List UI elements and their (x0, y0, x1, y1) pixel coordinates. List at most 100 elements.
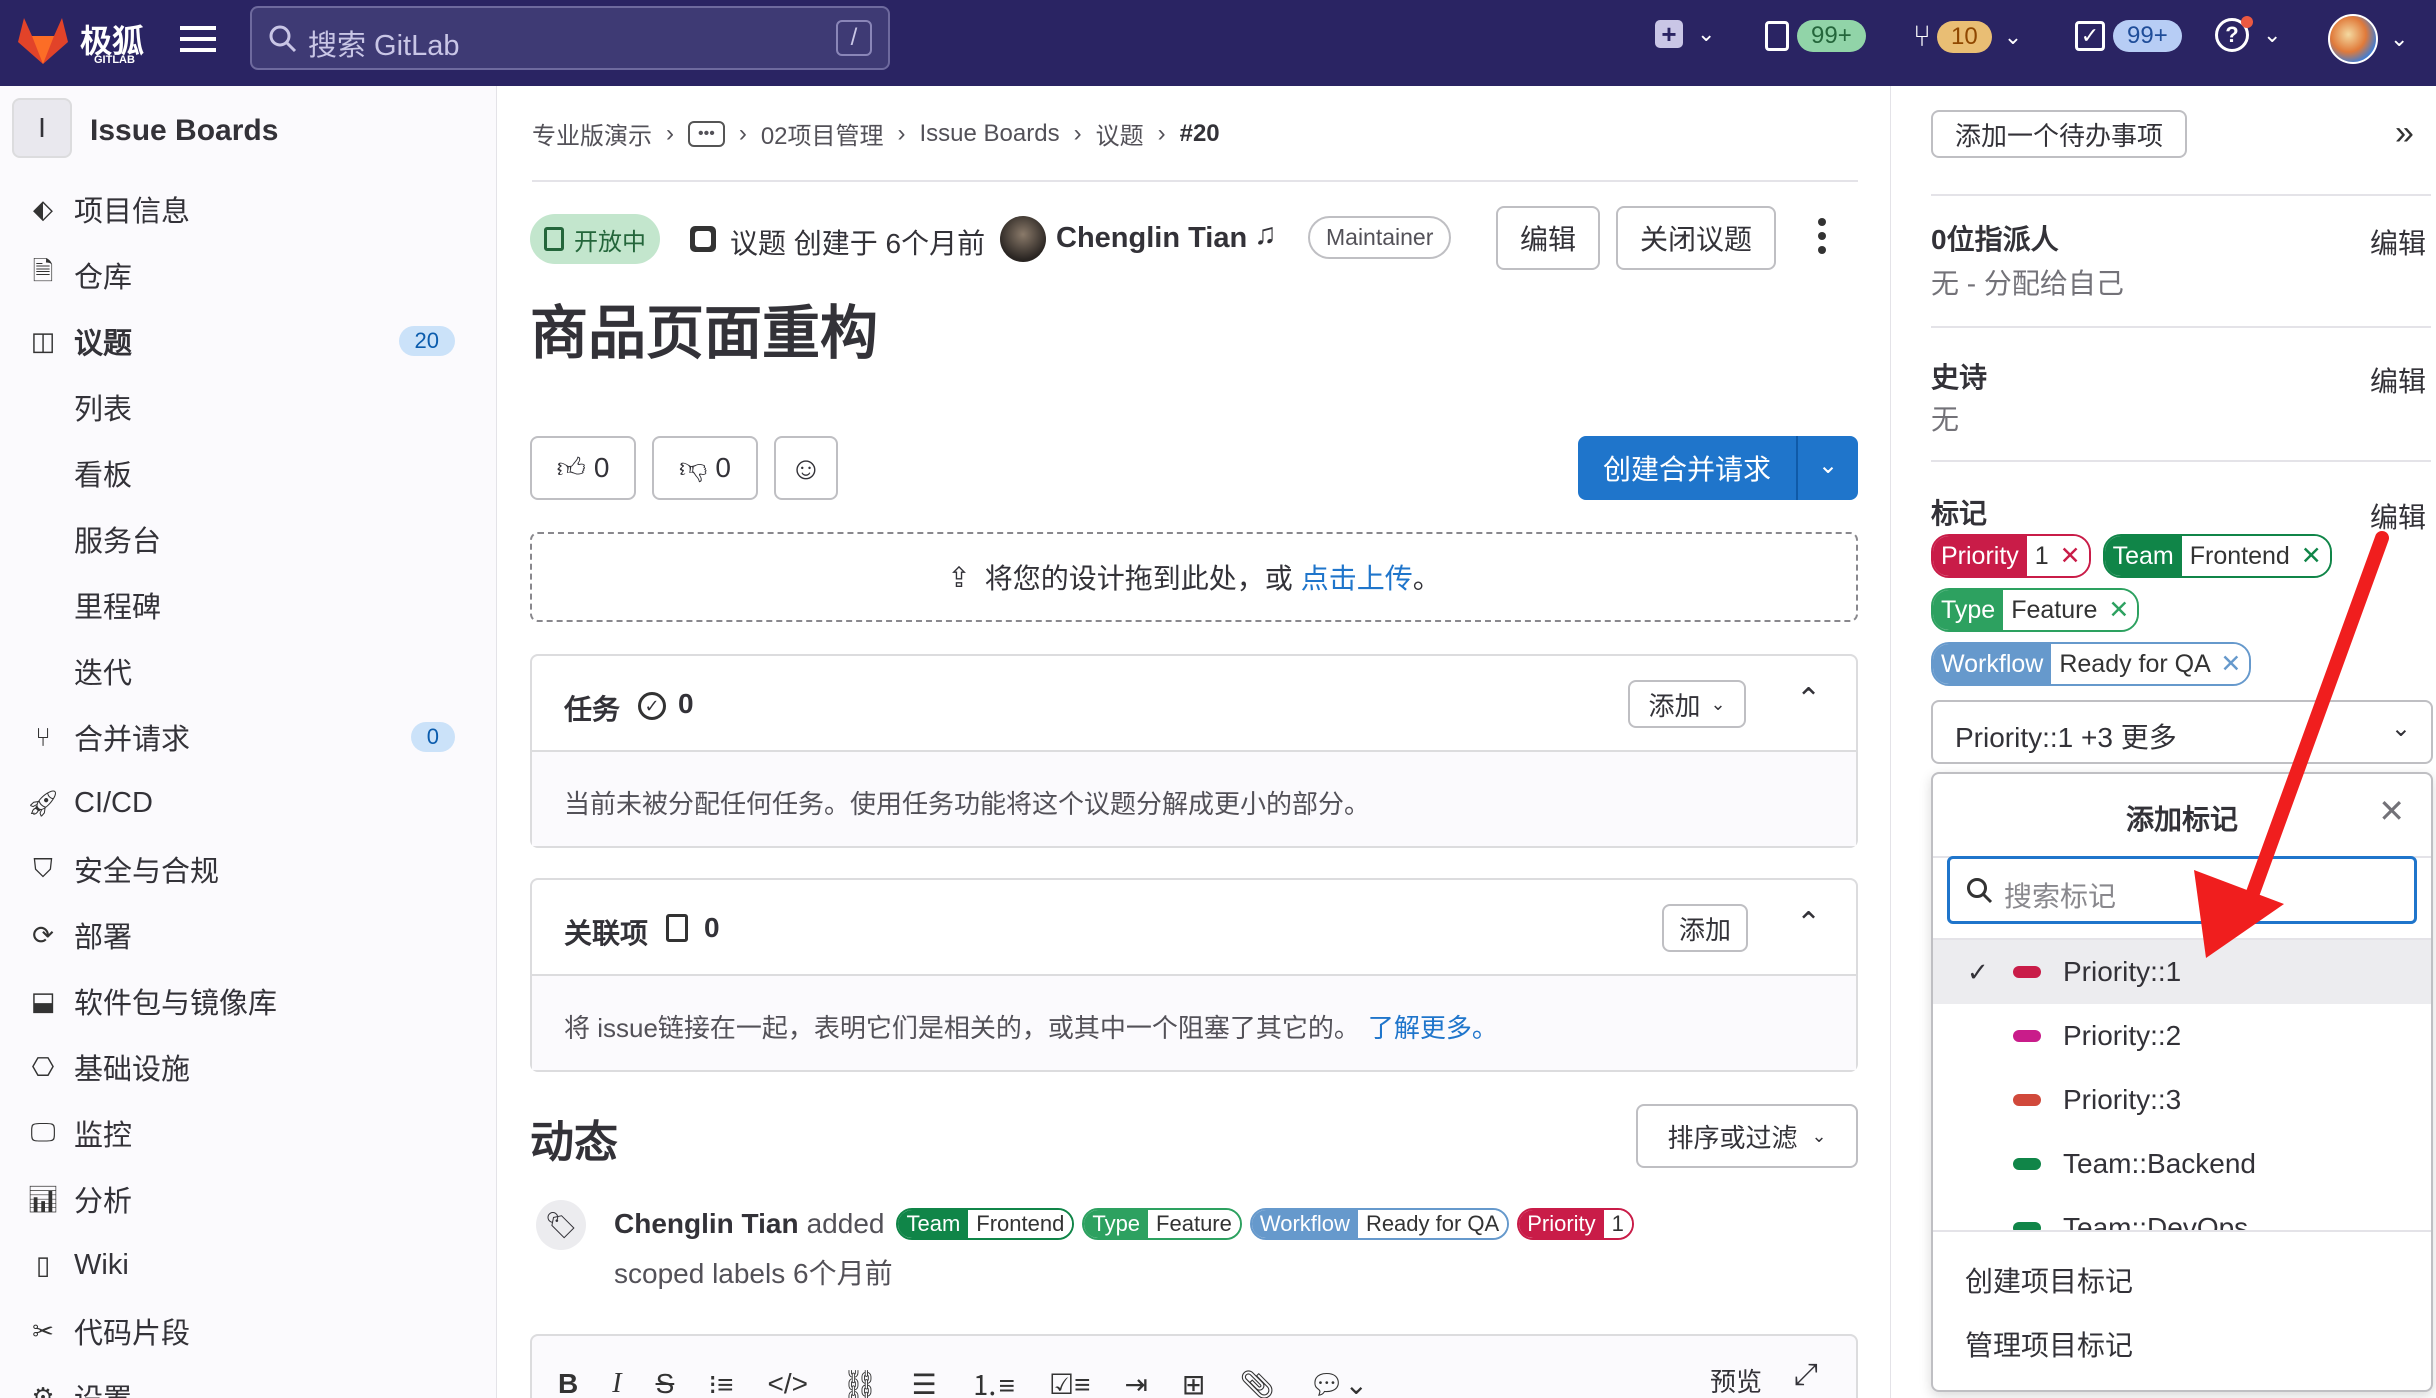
label-search-input[interactable]: 搜索标记 (1947, 856, 2417, 924)
author-name[interactable]: Chenglin Tian (1056, 222, 1247, 255)
sidebar-item-wiki[interactable]: ▯ Wiki (0, 1232, 497, 1298)
sidebar-item-merge-requests[interactable]: ⑂ 合并请求 0 (0, 704, 497, 770)
assignee-edit[interactable]: 编辑 (2370, 222, 2426, 262)
add-task-button[interactable]: 添加 ⌄ (1628, 680, 1746, 728)
sidebar-item-boards[interactable]: 看板 (0, 440, 497, 506)
label-option[interactable]: ✓ Priority::1 (1933, 940, 2431, 1004)
comment-template-icon[interactable]: 💬︎⌄ (1309, 1368, 1368, 1398)
indent-icon[interactable]: ⇥ (1124, 1368, 1147, 1398)
label-type-feature[interactable]: Type Feature ✕ (1931, 588, 2140, 632)
project-name[interactable]: Issue Boards (90, 114, 278, 148)
code-icon[interactable]: </> (768, 1368, 808, 1398)
chevron-down-icon: ⌄ (2003, 24, 2023, 49)
checklist-icon[interactable]: ☑≡ (1049, 1368, 1090, 1398)
sidebar-item-iterations[interactable]: 迭代 (0, 638, 497, 704)
sidebar-item-security[interactable]: ⛉ 安全与合规 (0, 836, 497, 902)
label-option[interactable]: Priority::2 (1933, 1004, 2431, 1068)
fullscreen-icon[interactable]: ⤢ (1794, 1358, 1818, 1392)
sidebar-item-cicd[interactable]: 🚀︎ CI/CD (0, 770, 497, 836)
sidebar-item-list[interactable]: 列表 (0, 374, 497, 440)
close-issue-button[interactable]: 关闭议题 (1616, 206, 1776, 270)
collapse-sidebar-icon[interactable]: » (2395, 114, 2414, 153)
italic-icon[interactable]: I (612, 1368, 621, 1398)
manage-labels-link[interactable]: 管理项目标记 (1965, 1324, 2133, 1364)
breadcrumb-item[interactable]: Issue Boards (920, 120, 1060, 148)
label-workflow-ready[interactable]: Workflow Ready for QA ✕ (1931, 642, 2252, 686)
label-priority-1[interactable]: Priority 1 ✕ (1931, 534, 2091, 578)
sidebar-item-packages[interactable]: ⬓ 软件包与镜像库 (0, 968, 497, 1034)
attachment-icon[interactable]: 📎︎ (1239, 1368, 1275, 1398)
link-icon[interactable]: ⛓ (842, 1368, 878, 1398)
bullet-list-icon[interactable]: ☰ (912, 1368, 937, 1398)
sidebar-item-analytics[interactable]: 📊︎ 分析 (0, 1166, 497, 1232)
add-reaction-button[interactable]: ☺ (774, 436, 838, 500)
gitlab-logo-icon[interactable] (16, 14, 70, 66)
collapse-icon[interactable]: ⌃ (1796, 682, 1821, 717)
labels-select[interactable]: Priority::1 +3 更多 ⌄ (1931, 700, 2433, 764)
chevron-down-icon[interactable]: ⌄ (1796, 436, 1858, 500)
thumbs-up-button[interactable]: 👍︎ 0 (530, 436, 636, 500)
breadcrumb-item[interactable]: 专业版演示 (532, 116, 652, 151)
thumbs-down-button[interactable]: 👎︎ 0 (652, 436, 758, 500)
create-label-link[interactable]: 创建项目标记 (1965, 1260, 2133, 1300)
remove-label-icon[interactable]: ✕ (2301, 542, 2322, 570)
sidebar-item-issues[interactable]: ◫ 议题 20 (0, 308, 497, 374)
design-dropzone[interactable]: ⇪ 将您的设计拖到此处，或 点击上传 。 (530, 532, 1858, 622)
preview-button[interactable]: 预览 (1710, 1362, 1762, 1398)
todo-shortcut[interactable]: ✓ 99+ (2075, 20, 2182, 52)
label-icon: 🏷︎ (536, 1200, 586, 1250)
search-box[interactable]: 搜索 GitLab / (250, 6, 890, 70)
label-option[interactable]: Team::Backend (1933, 1132, 2431, 1196)
user-menu[interactable]: ⌄ (2328, 14, 2408, 64)
create-mr-button[interactable]: 创建合并请求 (1578, 448, 1796, 488)
label-type-feature[interactable]: Type Feature (1082, 1208, 1242, 1240)
add-todo-button[interactable]: 添加一个待办事项 (1931, 110, 2187, 158)
assignee-value[interactable]: 无 - 分配给自己 (1931, 262, 2124, 302)
breadcrumb-item[interactable]: 议题 (1096, 116, 1144, 151)
label-option[interactable]: Priority::3 (1933, 1068, 2431, 1132)
sort-filter-button[interactable]: 排序或过滤 ⌄ (1636, 1104, 1858, 1168)
add-linked-button[interactable]: 添加 (1662, 904, 1748, 952)
remove-label-icon[interactable]: ✕ (2108, 596, 2129, 624)
remove-label-icon[interactable]: ✕ (2220, 650, 2241, 678)
menu-icon[interactable] (180, 26, 216, 52)
sidebar-item-repository[interactable]: 🗎 仓库 (0, 242, 497, 308)
upload-link[interactable]: 点击上传 (1301, 557, 1413, 597)
learn-more-link[interactable]: 了解更多。 (1368, 1013, 1498, 1043)
epic-edit[interactable]: 编辑 (2370, 360, 2426, 400)
label-team-frontend[interactable]: Team Frontend ✕ (2102, 534, 2332, 578)
bold-icon[interactable]: B (558, 1368, 578, 1398)
help-dropdown[interactable]: ? ⌄ (2215, 16, 2281, 52)
sidebar-item-milestones[interactable]: 里程碑 (0, 572, 497, 638)
chevron-right-icon: › (666, 119, 674, 147)
quote-icon[interactable]: ⁝≡ (708, 1368, 733, 1398)
project-avatar[interactable]: I (12, 98, 72, 158)
label-option[interactable]: Team::DevOps (1933, 1196, 2431, 1230)
sidebar-item-snippets[interactable]: ✂ 代码片段 (0, 1298, 497, 1364)
sidebar-item-service-desk[interactable]: 服务台 (0, 506, 497, 572)
remove-label-icon[interactable]: ✕ (2060, 542, 2081, 570)
table-icon[interactable]: ⊞ (1182, 1368, 1205, 1398)
labels-edit[interactable]: 编辑 (2370, 496, 2426, 536)
sidebar-item-project-info[interactable]: ⬖ 项目信息 (0, 176, 497, 242)
breadcrumb-expand[interactable]: ••• (688, 120, 725, 147)
label-workflow-ready[interactable]: Workflow Ready for QA (1249, 1208, 1510, 1240)
sidebar-item-monitor[interactable]: 🖵 监控 (0, 1100, 497, 1166)
numbered-list-icon[interactable]: ⒈≡ (971, 1364, 1015, 1398)
sidebar-item-settings[interactable]: ⚙ 设置 (0, 1364, 497, 1398)
strikethrough-icon[interactable]: S (656, 1368, 675, 1398)
new-dropdown[interactable]: + ⌄ (1655, 20, 1715, 48)
more-actions-icon[interactable] (1818, 218, 1826, 254)
sidebar-item-infrastructure[interactable]: ⎔ 基础设施 (0, 1034, 497, 1100)
activity-author[interactable]: Chenglin Tian (614, 1208, 799, 1240)
breadcrumb-item[interactable]: 02项目管理 (761, 116, 884, 151)
label-team-frontend[interactable]: Team Frontend (896, 1208, 1075, 1240)
author-avatar[interactable] (1000, 216, 1046, 262)
mr-shortcut[interactable]: ⑂ 10 ⌄ (1913, 20, 2022, 54)
sidebar-item-deploy[interactable]: ⟳ 部署 (0, 902, 497, 968)
collapse-icon[interactable]: ⌃ (1796, 906, 1821, 941)
label-priority-1[interactable]: Priority 1 (1517, 1208, 1634, 1240)
close-icon[interactable]: ✕ (2378, 792, 2405, 830)
issues-shortcut[interactable]: 99+ (1765, 20, 1866, 52)
edit-button[interactable]: 编辑 (1496, 206, 1600, 270)
